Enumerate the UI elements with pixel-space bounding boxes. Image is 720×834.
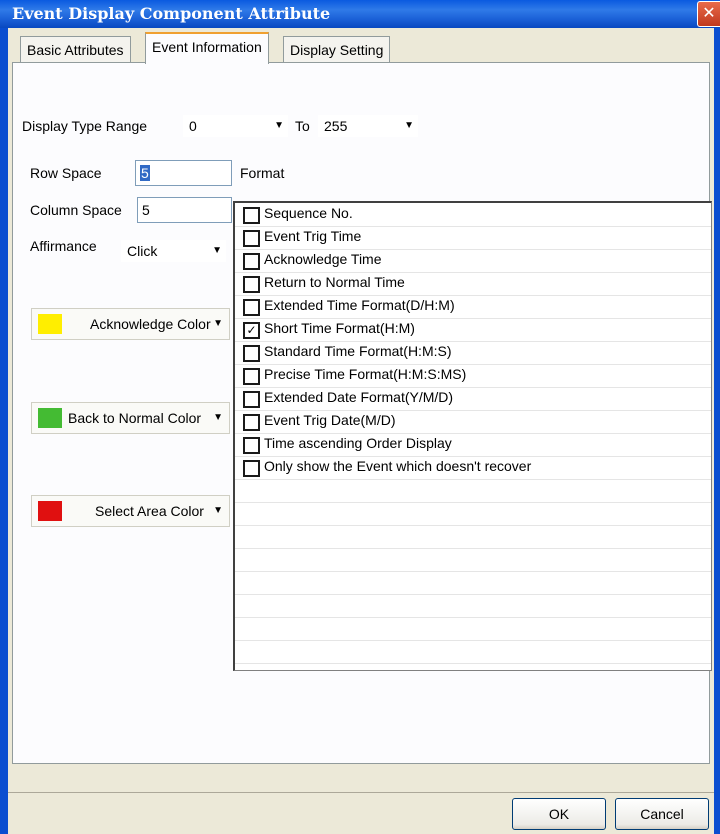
format-option-label: Time ascending Order Display — [264, 435, 452, 451]
chevron-down-icon: ▼ — [213, 412, 223, 423]
format-option-label: Event Trig Date(M/D) — [264, 412, 396, 428]
checkbox[interactable] — [243, 276, 260, 293]
format-option-row[interactable]: Standard Time Format(H:M:S) — [235, 341, 711, 365]
format-option-row[interactable]: Return to Normal Time — [235, 272, 711, 296]
format-option-label: Standard Time Format(H:M:S) — [264, 343, 452, 359]
format-option-label: Short Time Format(H:M) — [264, 320, 415, 336]
display-type-to-value: 255 — [324, 118, 348, 134]
checkbox[interactable] — [243, 345, 260, 362]
empty-list-row — [235, 640, 711, 664]
format-option-label: Return to Normal Time — [264, 274, 405, 290]
empty-list-row — [235, 502, 711, 526]
checkbox[interactable] — [243, 299, 260, 316]
chevron-down-icon: ▼ — [213, 505, 223, 516]
column-space-label: Column Space — [30, 202, 122, 218]
display-type-range-label: Display Type Range — [22, 118, 148, 134]
checkbox[interactable] — [243, 207, 260, 224]
format-options-list[interactable]: Sequence No. Event Trig Time Acknowledge T… — [233, 201, 712, 671]
checkbox[interactable] — [243, 253, 260, 270]
back-to-normal-color-swatch — [38, 408, 62, 428]
format-option-row[interactable]: Acknowledge Time — [235, 249, 711, 273]
empty-list-row — [235, 571, 711, 595]
checkbox[interactable] — [243, 414, 260, 431]
display-type-from-value: 0 — [189, 118, 197, 134]
select-area-color-label: Select Area Color — [95, 503, 204, 519]
checkbox[interactable] — [243, 460, 260, 477]
affirmance-label: Affirmance — [30, 238, 97, 254]
cancel-button[interactable]: Cancel — [615, 798, 709, 830]
format-option-label: Precise Time Format(H:M:S:MS) — [264, 366, 467, 382]
format-option-row[interactable]: Time ascending Order Display — [235, 433, 711, 457]
affirmance-select[interactable]: Click ▼ — [121, 240, 226, 262]
acknowledge-color-swatch — [38, 314, 62, 334]
format-option-row[interactable]: Only show the Event which doesn't recove… — [235, 456, 711, 480]
format-option-label: Acknowledge Time — [264, 251, 382, 267]
row-space-label: Row Space — [30, 165, 102, 181]
affirmance-value: Click — [127, 243, 158, 259]
format-option-row[interactable]: Event Trig Date(M/D) — [235, 410, 711, 434]
format-option-label: Extended Time Format(D/H:M) — [264, 297, 455, 313]
chevron-down-icon: ▼ — [404, 120, 414, 131]
ok-button[interactable]: OK — [512, 798, 606, 830]
format-option-label: Sequence No. — [264, 205, 353, 221]
format-option-row[interactable]: Extended Date Format(Y/M/D) — [235, 387, 711, 411]
empty-list-row — [235, 525, 711, 549]
empty-list-row — [235, 594, 711, 618]
chevron-down-icon: ▼ — [213, 318, 223, 329]
chevron-down-icon: ▼ — [212, 245, 222, 256]
format-label: Format — [240, 165, 285, 181]
column-space-value: 5 — [142, 202, 150, 218]
checkbox[interactable] — [243, 368, 260, 385]
empty-list-row — [235, 479, 711, 503]
format-option-label: Extended Date Format(Y/M/D) — [264, 389, 454, 405]
format-option-row[interactable]: Extended Time Format(D/H:M) — [235, 295, 711, 319]
format-option-label: Event Trig Time — [264, 228, 362, 244]
display-type-to-select[interactable]: 255 ▼ — [318, 115, 418, 137]
row-space-input[interactable]: 5 — [135, 160, 232, 186]
checkbox[interactable] — [243, 230, 260, 247]
select-area-color-button[interactable]: Select Area Color ▼ — [31, 495, 230, 527]
format-option-label: Only show the Event which doesn't recove… — [264, 458, 532, 474]
back-to-normal-color-label: Back to Normal Color — [68, 410, 202, 426]
empty-list-row — [235, 617, 711, 641]
back-to-normal-color-button[interactable]: Back to Normal Color ▼ — [31, 402, 230, 434]
row-space-value: 5 — [140, 165, 150, 181]
format-option-row[interactable]: Event Trig Time — [235, 226, 711, 250]
format-option-row[interactable]: Precise Time Format(H:M:S:MS) — [235, 364, 711, 388]
column-space-input[interactable]: 5 — [137, 197, 232, 223]
checkbox-checked[interactable]: ✓ — [243, 322, 260, 339]
checkbox[interactable] — [243, 437, 260, 454]
select-area-color-swatch — [38, 501, 62, 521]
acknowledge-color-label: Acknowledge Color — [90, 316, 211, 332]
panel-content: Display Type Range 0 ▼ To 255 ▼ Row Spac… — [0, 0, 720, 834]
checkbox[interactable] — [243, 391, 260, 408]
format-option-row[interactable]: ✓ Short Time Format(H:M) — [235, 318, 711, 342]
empty-list-row — [235, 548, 711, 572]
acknowledge-color-button[interactable]: Acknowledge Color ▼ — [31, 308, 230, 340]
range-to-label: To — [295, 118, 310, 134]
format-option-row[interactable]: Sequence No. — [235, 203, 711, 227]
display-type-from-select[interactable]: 0 ▼ — [183, 115, 288, 137]
chevron-down-icon: ▼ — [274, 120, 284, 131]
